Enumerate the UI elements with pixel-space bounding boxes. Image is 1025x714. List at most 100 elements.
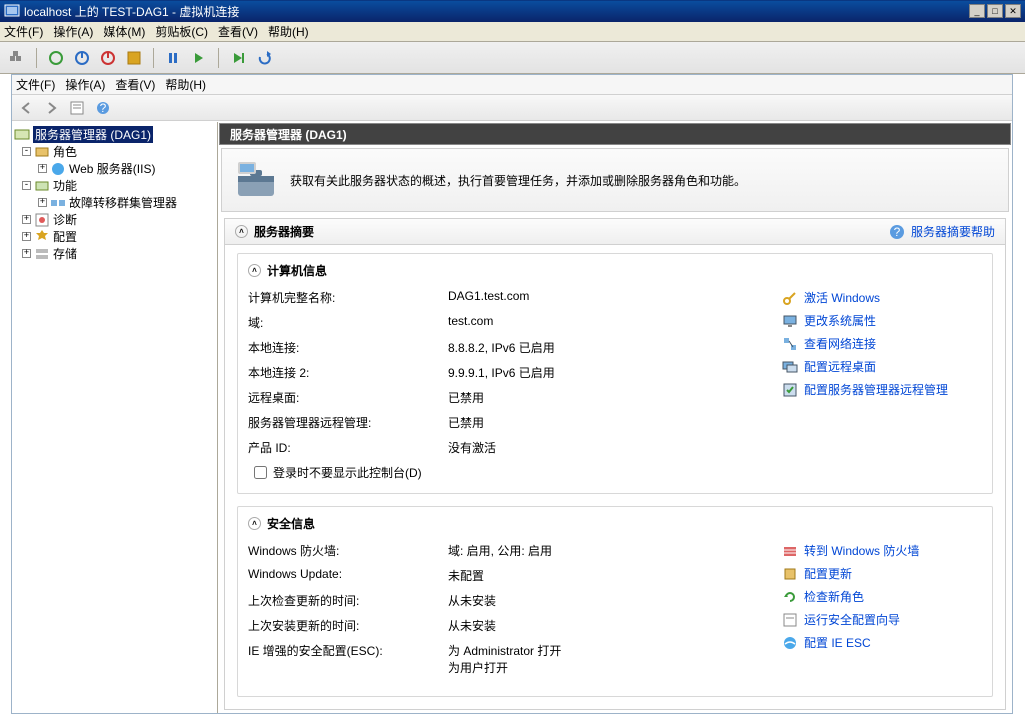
collapse-icon[interactable]: - (22, 147, 31, 156)
diag-icon (34, 212, 50, 228)
link-ie-esc[interactable]: 配置 IE ESC (782, 634, 982, 651)
security-title: 安全信息 (267, 515, 315, 532)
menu-clipboard[interactable]: 剪贴板(C) (155, 23, 208, 40)
maximize-button[interactable]: □ (987, 4, 1003, 18)
vm-titlebar: localhost 上的 TEST-DAG1 - 虚拟机连接 _ □ ✕ (0, 0, 1025, 22)
remote-icon (782, 359, 798, 375)
firewall-icon (782, 543, 798, 559)
inner-menu-view[interactable]: 查看(V) (115, 76, 155, 93)
summary-help-link[interactable]: ? 服务器摘要帮助 (889, 223, 995, 240)
inner-menu-help[interactable]: 帮助(H) (165, 76, 206, 93)
menu-view[interactable]: 查看(V) (218, 23, 258, 40)
tree-diag[interactable]: 诊断 (53, 211, 77, 228)
row-label: 本地连接 2: (248, 364, 448, 381)
link-remote-desktop[interactable]: 配置远程桌面 (782, 358, 982, 375)
tree-roles[interactable]: 角色 (53, 143, 77, 160)
row-value: 从未安装 (448, 592, 762, 609)
hide-console-checkbox[interactable] (254, 466, 267, 479)
snapshot-button[interactable] (227, 47, 249, 69)
menu-action[interactable]: 操作(A) (53, 23, 93, 40)
collapse-chevron-icon[interactable]: ˄ (235, 225, 248, 238)
row-value: 已禁用 (448, 389, 762, 406)
link-remote-mgmt[interactable]: 配置服务器管理器远程管理 (782, 381, 982, 398)
back-button[interactable] (16, 98, 38, 118)
refresh-icon (782, 589, 798, 605)
page-title: 服务器管理器 (DAG1) (219, 123, 1011, 145)
menu-help[interactable]: 帮助(H) (268, 23, 309, 40)
monitor-icon (782, 313, 798, 329)
collapse-icon[interactable]: - (22, 181, 31, 190)
link-check-roles[interactable]: 检查新角色 (782, 588, 982, 605)
storage-icon (34, 246, 50, 262)
title-text: localhost 上的 TEST-DAG1 - 虚拟机连接 (24, 3, 239, 20)
row-label: 产品 ID: (248, 439, 448, 456)
row-value: 9.9.9.1, IPv6 已启用 (448, 364, 762, 381)
row-value: 已禁用 (448, 414, 762, 431)
key-icon (782, 290, 798, 306)
properties-icon[interactable] (66, 98, 88, 118)
forward-button[interactable] (40, 98, 62, 118)
summary-title: 服务器摘要 (254, 223, 314, 240)
link-firewall[interactable]: 转到 Windows 防火墙 (782, 542, 982, 559)
failover-icon (50, 195, 66, 211)
inner-menu-action[interactable]: 操作(A) (65, 76, 105, 93)
wizard-icon (782, 612, 798, 628)
shutdown-button[interactable] (97, 47, 119, 69)
link-scw[interactable]: 运行安全配置向导 (782, 611, 982, 628)
row-label: 服务器管理器远程管理: (248, 414, 448, 431)
server-manager-window: 文件(F) 操作(A) 查看(V) 帮助(H) ? 服务器管理器 (DAG1) … (11, 74, 1013, 714)
menu-file[interactable]: 文件(F) (4, 23, 43, 40)
inner-menu-file[interactable]: 文件(F) (16, 76, 55, 93)
svg-text:?: ? (894, 225, 901, 239)
tree-storage[interactable]: 存储 (53, 245, 77, 262)
tree-config[interactable]: 配置 (53, 228, 77, 245)
svg-text:?: ? (100, 101, 107, 115)
intro-bar: 获取有关此服务器状态的概述，执行首要管理任务，并添加或删除服务器角色和功能。 (221, 148, 1009, 212)
collapse-chevron-icon[interactable]: ˄ (248, 517, 261, 530)
network-icon (782, 336, 798, 352)
expand-icon[interactable]: + (22, 232, 31, 241)
row-label: 上次安装更新的时间: (248, 617, 448, 634)
computer-title: 计算机信息 (267, 262, 327, 279)
tree-root[interactable]: 服务器管理器 (DAG1) (33, 126, 153, 143)
row-value: 8.8.8.2, IPv6 已启用 (448, 339, 762, 356)
row-label: 本地连接: (248, 339, 448, 356)
app-icon (4, 3, 20, 19)
pause-button[interactable] (162, 47, 184, 69)
expand-icon[interactable]: + (38, 164, 47, 173)
minimize-button[interactable]: _ (969, 4, 985, 18)
ctrl-alt-del-button[interactable] (6, 47, 28, 69)
collapse-chevron-icon[interactable]: ˄ (248, 264, 261, 277)
expand-icon[interactable]: + (22, 249, 31, 258)
tree-iis[interactable]: Web 服务器(IIS) (69, 160, 155, 177)
turnoff-button[interactable] (71, 47, 93, 69)
features-icon (34, 178, 50, 194)
nav-tree: 服务器管理器 (DAG1) - 角色 + Web 服务器(IIS) - 功能 + 故障转… (12, 122, 218, 713)
expand-icon[interactable]: + (22, 215, 31, 224)
server-mgmt-icon (782, 382, 798, 398)
inner-toolbar: ? (12, 95, 1012, 121)
computer-info-section: ˄计算机信息 计算机完整名称:DAG1.test.com 域:test.com … (237, 253, 993, 494)
toolbox-icon (234, 158, 278, 202)
start-button[interactable] (45, 47, 67, 69)
tree-failover[interactable]: 故障转移群集管理器 (69, 194, 177, 211)
reset-button[interactable] (188, 47, 210, 69)
revert-button[interactable] (253, 47, 275, 69)
row-value: 没有激活 (448, 439, 762, 456)
save-button[interactable] (123, 47, 145, 69)
expand-icon[interactable]: + (38, 198, 47, 207)
server-icon (14, 127, 30, 143)
vm-toolbar (0, 42, 1025, 74)
help-icon: ? (889, 224, 905, 240)
link-network[interactable]: 查看网络连接 (782, 335, 982, 352)
help-icon[interactable]: ? (92, 98, 114, 118)
tree-features[interactable]: 功能 (53, 177, 77, 194)
row-value: test.com (448, 314, 762, 331)
link-updates[interactable]: 配置更新 (782, 565, 982, 582)
row-label: Windows Update: (248, 567, 448, 584)
link-system-props[interactable]: 更改系统属性 (782, 312, 982, 329)
intro-text: 获取有关此服务器状态的概述，执行首要管理任务，并添加或删除服务器角色和功能。 (290, 172, 746, 189)
menu-media[interactable]: 媒体(M) (103, 23, 145, 40)
link-activate-windows[interactable]: 激活 Windows (782, 289, 982, 306)
close-button[interactable]: ✕ (1005, 4, 1021, 18)
